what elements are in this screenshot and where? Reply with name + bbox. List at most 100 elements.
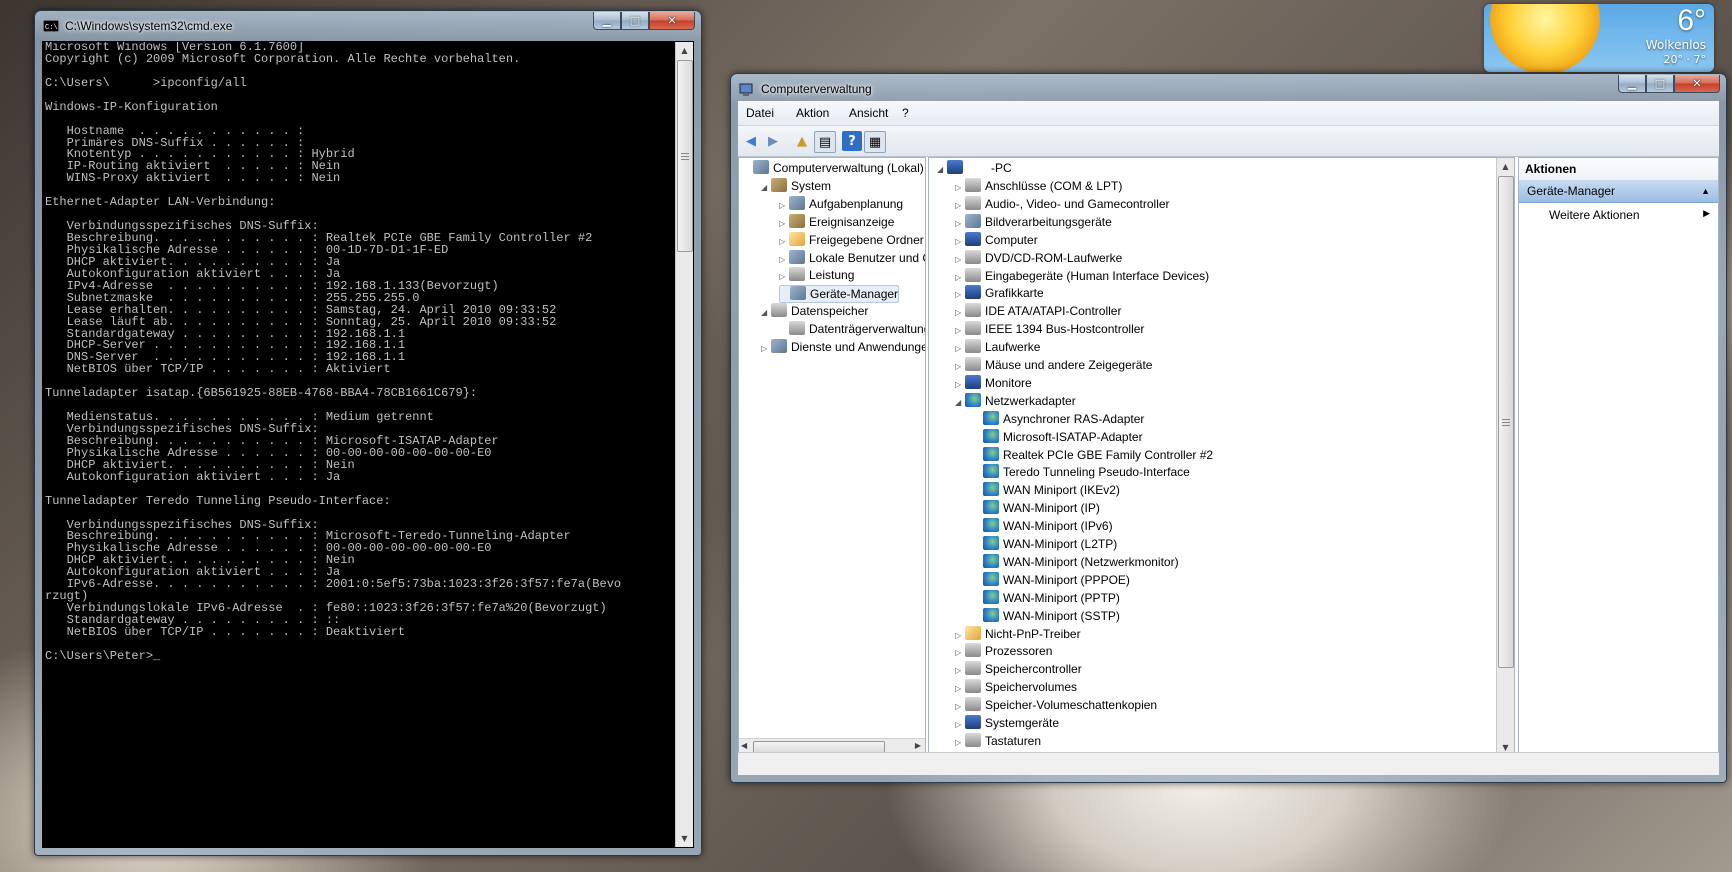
expander-icon[interactable]: ▷ [955, 323, 965, 339]
device-category[interactable]: ▷ Nicht-PnP-Treiber [955, 625, 1081, 644]
computer-management-window[interactable]: Computerverwaltung ▁ □ ✕ Datei Aktion An… [730, 73, 1727, 783]
expander-icon[interactable]: ▷ [955, 341, 965, 357]
expander-icon[interactable]: ▷ [955, 681, 965, 697]
device-category[interactable]: ▷ Prozessoren [955, 643, 1052, 659]
device-item[interactable]: Asynchroner RAS-Adapter [973, 410, 1144, 427]
tree-item[interactable]: ◢ Datenspeicher [761, 303, 868, 319]
mmc-titlebar[interactable]: Computerverwaltung ▁ □ ✕ [731, 74, 1726, 104]
minimize-button[interactable]: ▁ [593, 12, 621, 30]
device-category[interactable]: ▷ Computer [955, 231, 1038, 250]
device-category[interactable]: ▷ Speicher-Volumeschattenkopien [955, 697, 1157, 713]
tree-item[interactable]: ▷ Leistung [779, 267, 854, 283]
expander-icon[interactable]: ▷ [955, 252, 965, 268]
tree-item[interactable]: ▷ Aufgabenplanung [779, 195, 903, 214]
expander-icon[interactable]: ▷ [955, 359, 965, 375]
more-actions-link[interactable]: Weitere Aktionen [1549, 208, 1640, 222]
device-item[interactable]: Teredo Tunneling Pseudo-Interface [973, 464, 1190, 480]
device-scrollbar[interactable]: ▲ ▼ [1496, 158, 1514, 756]
expander-icon[interactable]: ▷ [761, 341, 771, 357]
expander-icon[interactable]: ▷ [955, 287, 965, 303]
tree-item[interactable]: ▷ Freigegebene Ordner [779, 231, 924, 250]
tree-item[interactable]: ▷ Lokale Benutzer und Gr [779, 249, 925, 268]
device-category[interactable]: ▷ Speichercontroller [955, 661, 1082, 677]
expander-icon[interactable]: ▷ [955, 645, 965, 661]
show-hide-action-pane-icon[interactable]: ▦ [864, 131, 886, 153]
weather-gadget[interactable]: 6° Wolkenlos 20° · 7° [1484, 4, 1714, 72]
device-category[interactable]: ▷ IEEE 1394 Bus-Hostcontroller [955, 321, 1144, 337]
device-item[interactable]: WAN-Miniport (Netzwerkmonitor) [973, 553, 1179, 570]
expander-icon[interactable]: ▷ [955, 180, 965, 196]
device-item[interactable]: WAN-Miniport (PPPOE) [973, 571, 1130, 588]
device-category[interactable]: ▷ Audio-, Video- und Gamecontroller [955, 195, 1170, 214]
expander-icon[interactable]: ▷ [779, 234, 789, 250]
up-folder-icon[interactable]: ▲ [792, 131, 812, 151]
device-category[interactable]: ▷ Eingabegeräte (Human Interface Devices) [955, 267, 1209, 286]
device-item[interactable]: WAN Miniport (IKEv2) [973, 482, 1120, 498]
scroll-down-arrow-icon[interactable]: ▼ [676, 830, 693, 847]
expander-icon[interactable]: ▷ [955, 305, 965, 321]
expander-icon[interactable]: ▷ [955, 216, 965, 232]
expander-icon[interactable]: ▷ [955, 628, 965, 644]
device-item[interactable]: WAN-Miniport (IPv6) [973, 518, 1113, 534]
expander-icon[interactable]: ▷ [779, 198, 789, 214]
device-category[interactable]: ▷ Monitore [955, 374, 1032, 393]
scrollbar-thumb[interactable] [1498, 176, 1514, 668]
cmd-window[interactable]: C:\ C:\Windows\system32\cmd.exe ▁ □ ✕ Mi… [34, 10, 702, 856]
device-category[interactable]: ▷ Tastaturen [955, 732, 1041, 751]
device-category[interactable]: ▷ DVD/CD-ROM-Laufwerke [955, 249, 1122, 268]
menu-aktion[interactable]: Aktion [796, 106, 829, 120]
scrollbar-thumb[interactable] [677, 60, 693, 252]
device-item[interactable]: WAN-Miniport (SSTP) [973, 607, 1120, 624]
maximize-button[interactable]: □ [621, 12, 649, 30]
device-category[interactable]: ▷ Speichervolumes [955, 679, 1077, 695]
device-category[interactable]: ▷ IDE ATA/ATAPI-Controller [955, 303, 1121, 319]
expander-icon[interactable]: ▷ [955, 663, 965, 679]
expander-icon[interactable]: ▷ [955, 377, 965, 393]
device-category[interactable]: ◢ Netzwerkadapter [955, 392, 1076, 411]
expander-icon[interactable]: ▷ [779, 216, 789, 232]
console-area[interactable]: Microsoft Windows [Version 6.1.7600] Copy… [42, 41, 694, 848]
help-icon[interactable]: ? [842, 131, 862, 151]
expander-icon[interactable]: ◢ [955, 395, 965, 411]
expander-icon[interactable]: ◢ [761, 180, 771, 196]
device-category[interactable]: ▷ Systemgeräte [955, 715, 1059, 731]
expander-icon[interactable]: ◢ [761, 305, 771, 321]
device-item[interactable]: Microsoft-ISATAP-Adapter [973, 428, 1143, 445]
expander-icon[interactable]: ▷ [955, 198, 965, 214]
maximize-button[interactable]: □ [1646, 75, 1674, 93]
scroll-up-arrow-icon[interactable]: ▲ [676, 42, 693, 59]
device-item[interactable]: Realtek PCIe GBE Family Controller #2 [973, 446, 1213, 463]
close-button[interactable]: ✕ [1674, 75, 1720, 93]
tree-item[interactable]: ▷ Dienste und Anwendungen [761, 339, 925, 357]
device-root[interactable]: ◢ -PC [937, 160, 1012, 176]
device-category[interactable]: ▷ Grafikkarte [955, 285, 1044, 301]
device-category[interactable]: ▷ Anschlüsse (COM & LPT) [955, 178, 1122, 194]
expander-icon[interactable]: ▷ [779, 252, 789, 268]
forward-arrow-icon[interactable]: ▶ [763, 131, 783, 151]
cmd-titlebar[interactable]: C:\ C:\Windows\system32\cmd.exe ▁ □ ✕ [35, 11, 701, 41]
expander-icon[interactable]: ▷ [955, 735, 965, 751]
minimize-button[interactable]: ▁ [1618, 75, 1646, 93]
console-scrollbar[interactable]: ▲ ▼ [675, 42, 693, 847]
device-category[interactable]: ▷ Laufwerke [955, 339, 1040, 355]
tree-item[interactable]: ◢ System [761, 177, 831, 196]
scroll-up-arrow-icon[interactable]: ▲ [1497, 158, 1514, 175]
device-category[interactable]: ▷ Mäuse und andere Zeigegeräte [955, 357, 1152, 373]
expander-icon[interactable]: ▷ [955, 717, 965, 733]
tree-item[interactable]: Geräte-Manager [779, 285, 900, 304]
device-item[interactable]: WAN-Miniport (IP) [973, 500, 1100, 516]
device-tree-pane[interactable]: ◢ -PC ▷ Anschlüsse (COM & LPT) ▷ Audio-, Vid… [928, 157, 1515, 757]
expander-icon[interactable]: ▷ [955, 270, 965, 286]
tree-item[interactable]: Datenträgerverwaltung [779, 321, 925, 337]
tree-item[interactable]: ▷ Ereignisanzeige [779, 213, 894, 232]
back-arrow-icon[interactable]: ◀ [741, 131, 761, 151]
menu-datei[interactable]: Datei [746, 106, 774, 120]
device-item[interactable]: WAN-Miniport (PPTP) [973, 589, 1120, 606]
close-button[interactable]: ✕ [649, 12, 695, 30]
device-category[interactable]: ▷ Bildverarbeitungsgeräte [955, 213, 1112, 232]
expander-icon[interactable]: ▷ [779, 269, 789, 285]
menu-ansicht[interactable]: Ansicht [849, 106, 888, 120]
actions-section-device-manager[interactable]: Geräte-Manager ▲ [1519, 180, 1718, 203]
expander-icon[interactable]: ▷ [955, 234, 965, 250]
show-hide-tree-icon[interactable]: ▤ [814, 131, 836, 153]
